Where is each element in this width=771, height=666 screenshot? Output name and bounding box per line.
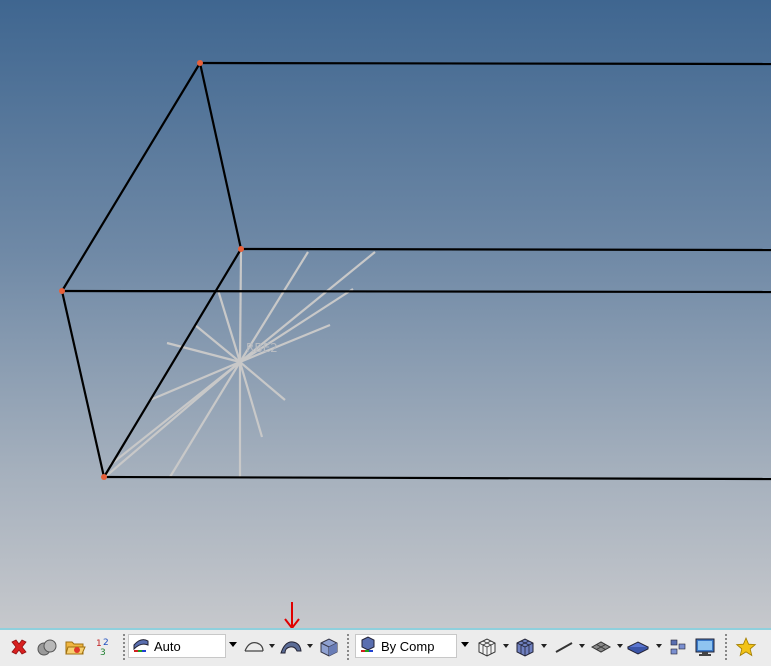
- shaded-surface-icon[interactable]: [279, 634, 303, 660]
- node: [197, 60, 203, 66]
- monitor-icon[interactable]: [693, 634, 717, 660]
- chevron-down-icon[interactable]: [617, 644, 623, 648]
- numbering-icon[interactable]: 1 2 3: [91, 634, 115, 660]
- star-icon[interactable]: [734, 634, 758, 660]
- chevron-down-icon[interactable]: [307, 644, 313, 648]
- node: [101, 474, 107, 480]
- node: [59, 288, 65, 294]
- color-mode-icon: [359, 635, 377, 657]
- open-folder-icon[interactable]: [63, 634, 87, 660]
- visualization-toolbar: 1 2 3 Auto By Comp: [0, 628, 771, 666]
- rbe2-label: RBE2: [246, 341, 278, 355]
- surface-edge-icon[interactable]: [242, 634, 266, 660]
- wireframe-cube-icon[interactable]: [475, 634, 499, 660]
- mask-icon[interactable]: [35, 634, 59, 660]
- toolbar-separator: [725, 634, 727, 660]
- nodes[interactable]: [59, 60, 244, 480]
- svg-text:3: 3: [100, 648, 106, 658]
- svg-text:2: 2: [103, 638, 109, 648]
- display-mode-value: Auto: [154, 638, 181, 654]
- surface-icon[interactable]: [626, 634, 650, 660]
- chevron-down-icon[interactable]: [541, 644, 547, 648]
- display-mode-dropdown[interactable]: Auto: [128, 634, 226, 658]
- node: [238, 246, 244, 252]
- chevron-down-icon[interactable]: [656, 644, 662, 648]
- delete-icon[interactable]: [7, 634, 31, 660]
- chevron-down-icon[interactable]: [503, 644, 509, 648]
- model-view: RBE2: [59, 60, 771, 481]
- chevron-down-icon[interactable]: [229, 642, 237, 647]
- line-icon[interactable]: [552, 634, 576, 660]
- toolbar-separator: [123, 634, 125, 660]
- display-mode-icon: [132, 635, 150, 657]
- chevron-down-icon[interactable]: [579, 644, 585, 648]
- color-mode-value: By Comp: [381, 638, 435, 654]
- chevron-down-icon[interactable]: [461, 642, 469, 647]
- chevron-down-icon[interactable]: [269, 644, 275, 648]
- beam-edges[interactable]: [60, 61, 771, 481]
- model-tree-icon[interactable]: [666, 634, 690, 660]
- shaded-cube-icon[interactable]: [513, 634, 537, 660]
- rbe2-element[interactable]: [104, 249, 376, 478]
- plane-icon[interactable]: [589, 634, 613, 660]
- graphics-viewport[interactable]: RBE2: [0, 0, 771, 628]
- solid-cube-icon[interactable]: [317, 634, 341, 660]
- color-mode-dropdown[interactable]: By Comp: [355, 634, 457, 658]
- toolbar-separator: [347, 634, 349, 660]
